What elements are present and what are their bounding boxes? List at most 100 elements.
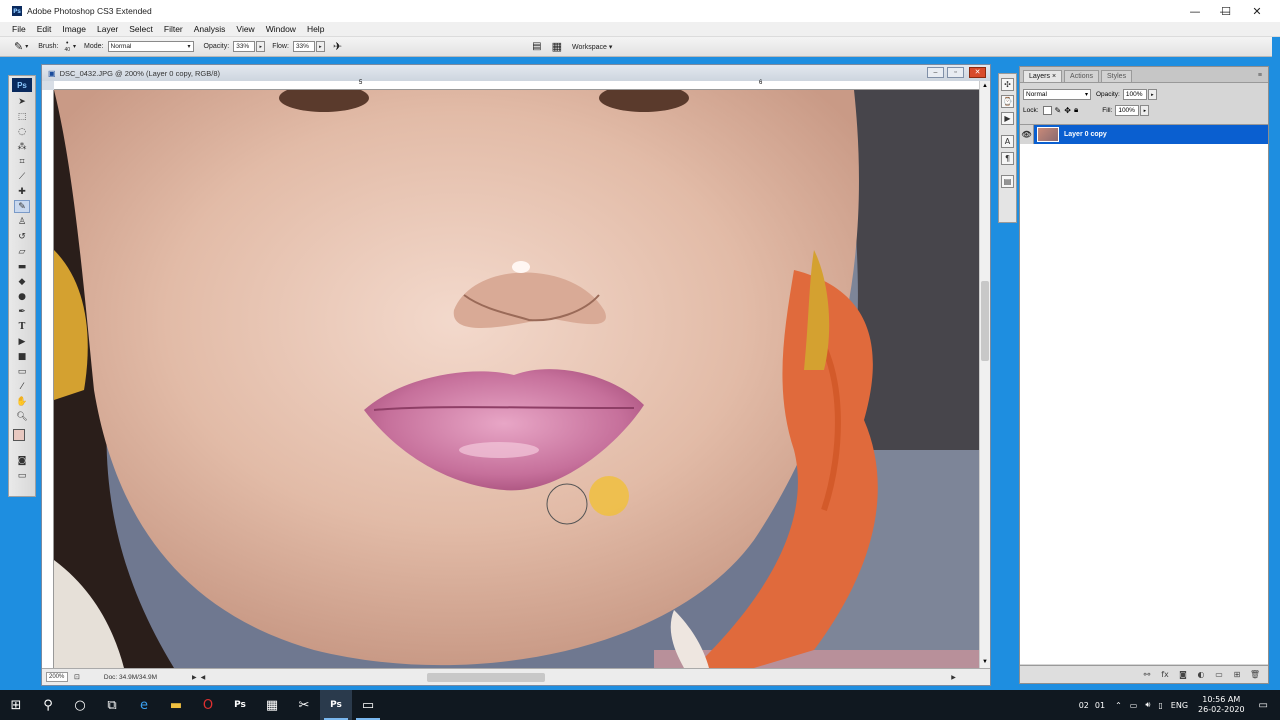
blur-tool-icon[interactable]: ◆ [14, 275, 30, 288]
menu-filter[interactable]: Filter [164, 24, 183, 34]
photoshop-active-icon[interactable]: Ps [320, 690, 352, 720]
lock-position-icon[interactable]: ✥ [1064, 106, 1071, 115]
tool-preset-arrow-icon[interactable]: ▾ [25, 43, 28, 50]
notes-tool-icon[interactable]: ▭ [14, 365, 30, 378]
eyedropper-tool-icon[interactable]: ⁄ [14, 380, 30, 393]
menu-window[interactable]: Window [266, 24, 296, 34]
fill-input[interactable]: 100% [1115, 104, 1140, 116]
opacity-input[interactable]: 33% [233, 41, 256, 52]
flow-slider-arrow-icon[interactable]: ▸ [315, 41, 325, 52]
path-selection-tool-icon[interactable]: ▶ [14, 335, 30, 348]
search-icon[interactable]: ⚲ [32, 690, 64, 720]
app-window-icon[interactable]: ▭ [352, 690, 384, 720]
delete-layer-icon[interactable]: 🗑︎ [1250, 670, 1260, 680]
scroll-right-icon[interactable]: ▶ [951, 674, 956, 681]
menu-edit[interactable]: Edit [37, 24, 52, 34]
navigator-panel-icon[interactable]: ✣ [1001, 78, 1014, 91]
panel-menu-icon[interactable]: ≡ [1254, 72, 1266, 82]
lock-all-icon[interactable]: 🔒︎ [1074, 105, 1078, 115]
menu-image[interactable]: Image [62, 24, 86, 34]
close-button[interactable]: ✕ [1242, 0, 1272, 22]
shape-tool-icon[interactable]: ■ [14, 350, 30, 363]
edge-icon[interactable]: e [128, 690, 160, 720]
mode-select[interactable]: Normal ▾ [107, 41, 194, 52]
tab-styles[interactable]: Styles [1101, 70, 1133, 82]
type-tool-icon[interactable]: T [14, 320, 30, 333]
clone-stamp-tool-icon[interactable]: ♙ [14, 215, 30, 228]
scroll-left-icon[interactable]: ◀ [201, 674, 206, 681]
layer-mask-icon[interactable]: ◙ [1178, 670, 1188, 680]
pen-tool-icon[interactable]: ✒ [14, 305, 30, 318]
windows-start-icon[interactable]: ⊞ [0, 690, 32, 720]
paragraph-panel-icon[interactable]: ¶ [1001, 152, 1014, 165]
image-canvas[interactable] [54, 90, 980, 668]
flow-input[interactable]: 33% [292, 41, 315, 52]
layer-blend-mode-select[interactable]: Normal ▾ [1023, 88, 1091, 100]
crop-tool-icon[interactable]: ⌗ [14, 155, 30, 168]
dodge-tool-icon[interactable]: ● [14, 290, 30, 303]
doc-maximize-button[interactable]: ▫ [947, 67, 964, 78]
menu-select[interactable]: Select [129, 24, 153, 34]
file-explorer-icon[interactable]: ▬ [160, 690, 192, 720]
network-icon[interactable]: ▭ [1130, 701, 1138, 710]
notifications-icon[interactable]: ▭ [1259, 700, 1268, 711]
zoom-field[interactable]: 200% [46, 672, 68, 682]
actions-panel-icon[interactable]: ▶ [1001, 112, 1014, 125]
screen-mode-icon[interactable]: ▭ [14, 469, 30, 482]
gradient-tool-icon[interactable]: ▬ [14, 260, 30, 273]
brush-tool-icon[interactable]: ✎ [14, 40, 23, 53]
brush-preset-picker[interactable]: • 40 [64, 40, 70, 54]
layer-style-icon[interactable]: fx [1160, 670, 1170, 680]
scroll-down-icon[interactable]: ▼ [980, 657, 990, 668]
opacity-slider-arrow-icon[interactable]: ▸ [256, 41, 266, 52]
status-menu-arrow-icon[interactable]: ▶ [192, 674, 197, 681]
quick-mask-icon[interactable]: ◙ [14, 454, 30, 467]
marquee-tool-icon[interactable]: ⬚ [14, 110, 30, 123]
maximize-button[interactable]: ☐ [1211, 0, 1241, 22]
info-panel-icon[interactable]: ▤ [1001, 175, 1014, 188]
workspace-menu[interactable]: Workspace ▾ [572, 43, 612, 51]
history-panel-icon[interactable]: ⌚ [1001, 95, 1014, 108]
clock[interactable]: 10:56 AM 26-02-2020 [1198, 695, 1245, 715]
zoom-tool-icon[interactable]: 🔍︎ [14, 410, 30, 423]
scroll-thumb[interactable] [981, 281, 989, 361]
lasso-tool-icon[interactable]: ◌ [14, 125, 30, 138]
adjustment-layer-icon[interactable]: ◐ [1196, 670, 1206, 680]
brush-tool-selected-icon[interactable]: ✎ [14, 200, 30, 213]
layer-opacity-arrow-icon[interactable]: ▸ [1147, 88, 1157, 100]
airbrush-icon[interactable]: ✈ [333, 40, 342, 53]
move-tool-icon[interactable]: ➤ [14, 95, 30, 108]
character-panel-icon[interactable]: A [1001, 135, 1014, 148]
tab-layers[interactable]: Layers × [1023, 70, 1063, 82]
battery-icon[interactable]: ▯ [1158, 701, 1162, 710]
calculator-icon[interactable]: ▦ [256, 690, 288, 720]
menu-file[interactable]: File [12, 24, 26, 34]
tab-actions[interactable]: Actions [1064, 70, 1100, 82]
layer-opacity-input[interactable]: 100% [1122, 88, 1147, 100]
new-layer-icon[interactable]: ⊞ [1232, 670, 1242, 680]
status-info-icon[interactable]: ⊡ [74, 673, 80, 681]
color-swatches[interactable] [9, 425, 35, 453]
tray-chevron-icon[interactable]: ⌃ [1115, 701, 1122, 710]
menu-layer[interactable]: Layer [97, 24, 118, 34]
file-browser-icon[interactable]: ▤ [532, 41, 541, 52]
foreground-color-swatch[interactable] [13, 429, 25, 441]
layer-visibility-eye-icon[interactable]: 👁︎ [1020, 125, 1034, 144]
fill-arrow-icon[interactable]: ▸ [1140, 104, 1150, 116]
lock-transparency-icon[interactable] [1042, 105, 1052, 115]
magic-wand-tool-icon[interactable]: ⁂ [14, 140, 30, 153]
link-layers-icon[interactable]: ⚯ [1142, 670, 1152, 680]
opera-icon[interactable]: O [192, 690, 224, 720]
cortana-icon[interactable]: ○ [64, 690, 96, 720]
lock-pixels-icon[interactable]: ✎ [1055, 106, 1062, 115]
ps-toolbox-logo-icon[interactable]: Ps [12, 78, 32, 92]
layer-row[interactable]: 👁︎ Layer 0 copy [1020, 125, 1268, 144]
photoshop-icon[interactable]: Ps [224, 690, 256, 720]
palette-well-icon[interactable]: ▦ [552, 40, 562, 53]
scroll-up-icon[interactable]: ▲ [980, 81, 990, 92]
menu-analysis[interactable]: Analysis [194, 24, 226, 34]
menu-view[interactable]: View [236, 24, 254, 34]
snipping-icon[interactable]: ✂ [288, 690, 320, 720]
vertical-scrollbar[interactable]: ▲ ▼ [979, 81, 990, 668]
doc-close-button[interactable]: ✕ [969, 67, 986, 78]
